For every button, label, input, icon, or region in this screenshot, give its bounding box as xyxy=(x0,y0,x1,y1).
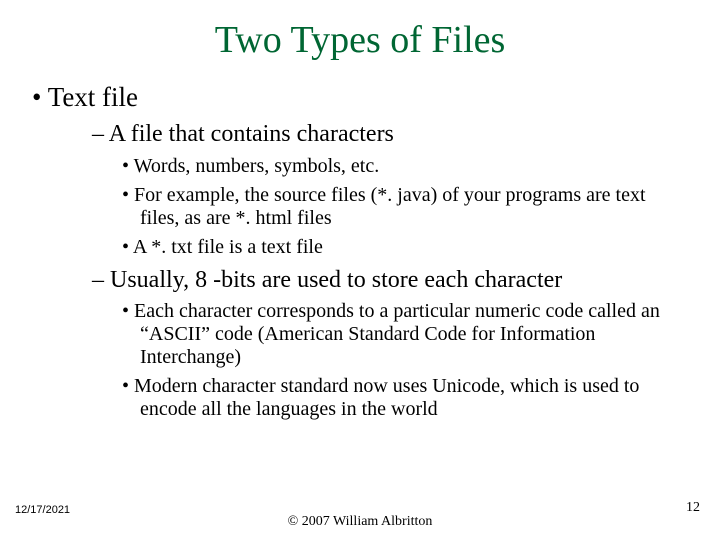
bullet-l2: Usually, 8 -bits are used to store each … xyxy=(112,267,688,295)
bullet-l3: Each character corresponds to a particul… xyxy=(140,300,688,369)
slide-title: Two Types of Files xyxy=(0,0,720,62)
bullet-l1: Text file xyxy=(50,82,688,113)
bullet-l3: A *. txt file is a text file xyxy=(140,236,688,259)
l3-group: Each character corresponds to a particul… xyxy=(122,300,688,421)
l2-group: A file that contains characters Words, n… xyxy=(92,121,688,421)
slide: Two Types of Files Text file A file that… xyxy=(0,0,720,540)
bullet-l3: Words, numbers, symbols, etc. xyxy=(140,155,688,178)
footer-page: 12 xyxy=(686,500,700,516)
bullet-l3: Modern character standard now uses Unico… xyxy=(140,375,688,421)
bullet-l3: For example, the source files (*. java) … xyxy=(140,184,688,230)
slide-content: Text file A file that contains character… xyxy=(0,62,720,421)
bullet-l2: A file that contains characters xyxy=(112,121,688,149)
footer-copyright: © 2007 William Albritton xyxy=(0,514,720,530)
l3-group: Words, numbers, symbols, etc. For exampl… xyxy=(122,155,688,259)
